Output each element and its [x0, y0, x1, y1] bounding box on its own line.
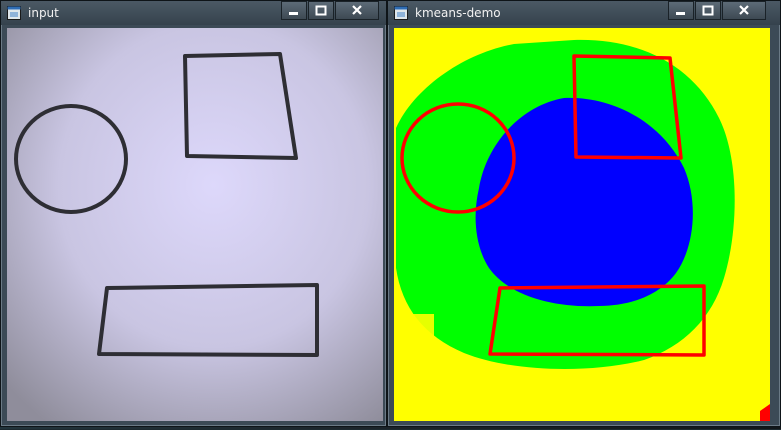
kmeans-window-title: kmeans-demo	[415, 6, 501, 20]
minimize-icon	[289, 12, 298, 15]
close-icon	[739, 5, 749, 15]
close-icon	[352, 5, 362, 15]
kmeans-demo-window[interactable]: kmeans-demo	[387, 0, 781, 427]
input-window[interactable]: input	[0, 0, 387, 427]
kmeans-result-canvas[interactable]	[394, 28, 770, 421]
maximize-icon	[702, 5, 714, 16]
input-close-button[interactable]	[335, 1, 379, 20]
kmeans-title-bar[interactable]: kmeans-demo	[388, 1, 780, 25]
minimize-icon	[676, 12, 685, 15]
input-photo	[7, 28, 383, 421]
input-window-title: input	[28, 6, 59, 20]
kmeans-minimize-button[interactable]	[668, 1, 694, 20]
input-maximize-button[interactable]	[308, 1, 334, 20]
input-title-bar[interactable]: input	[1, 1, 386, 25]
app-window-icon	[394, 6, 408, 20]
input-image-canvas[interactable]	[7, 28, 383, 421]
kmeans-close-button[interactable]	[722, 1, 766, 20]
maximize-icon	[315, 5, 327, 16]
input-minimize-button[interactable]	[281, 1, 307, 20]
kmeans-maximize-button[interactable]	[695, 1, 721, 20]
app-window-icon	[7, 6, 21, 20]
cluster-yellow-noise	[394, 314, 434, 374]
kmeans-segmentation-image	[394, 28, 770, 421]
